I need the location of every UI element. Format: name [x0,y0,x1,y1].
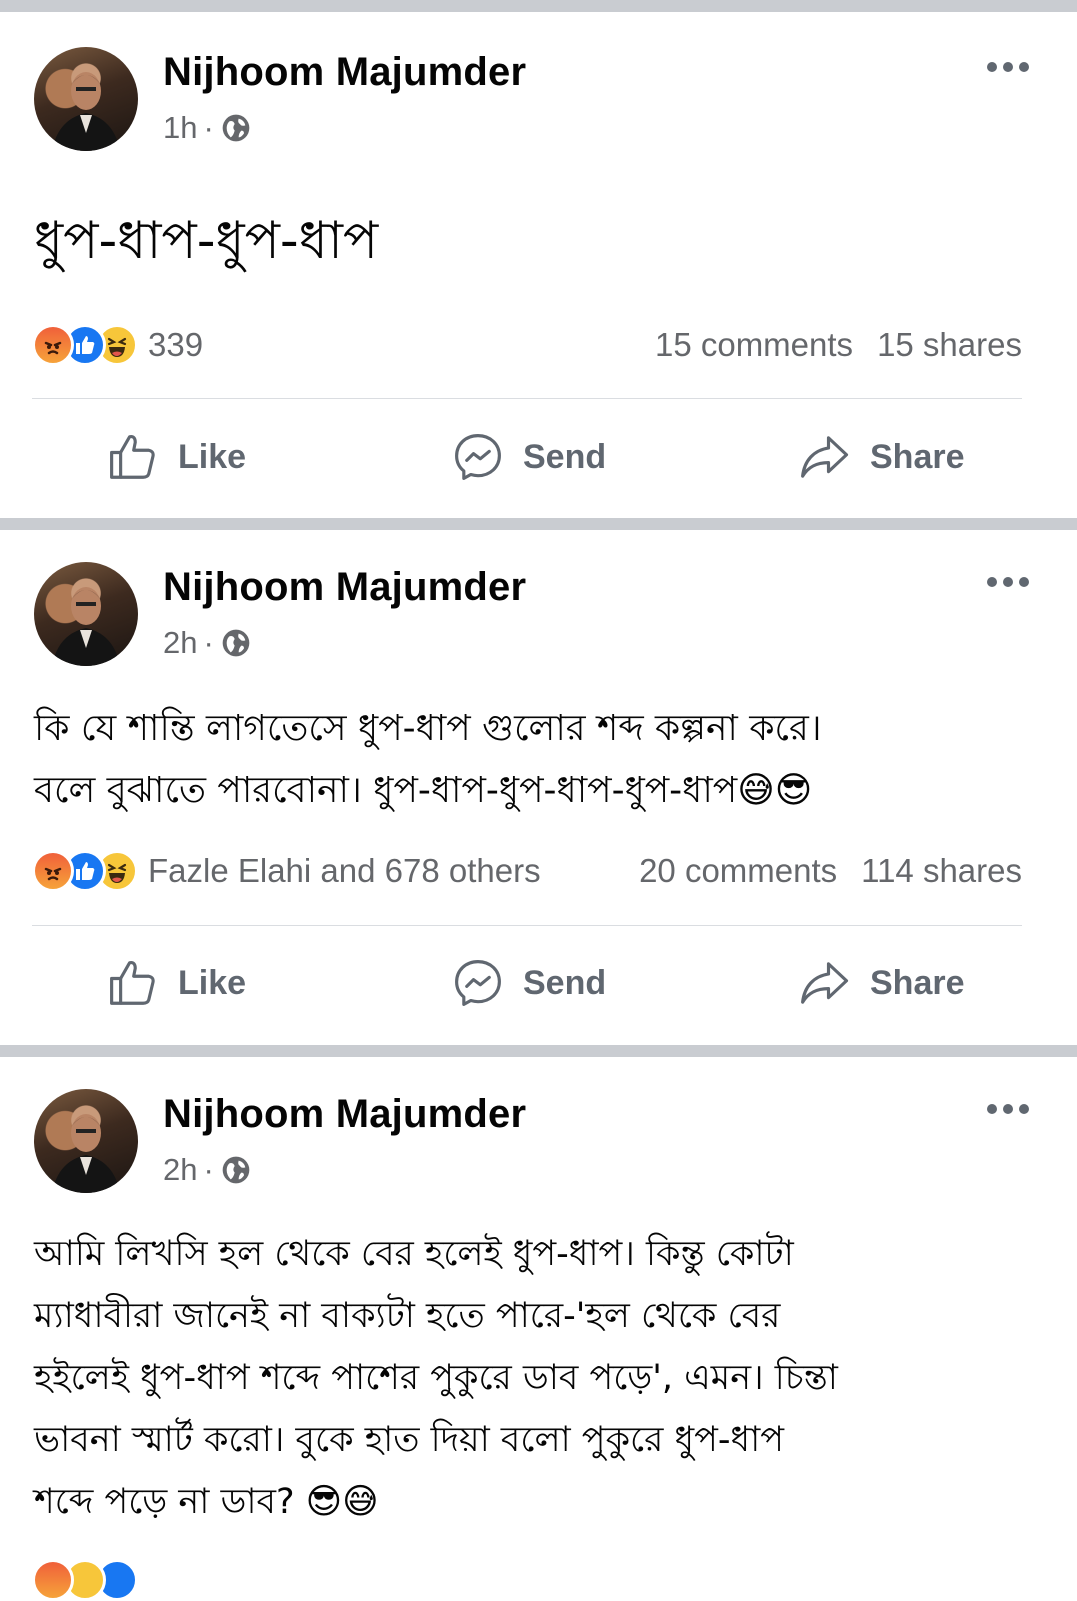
share-label: Share [870,963,965,1002]
avatar-portrait [52,1114,120,1193]
send-button[interactable]: Send [451,430,606,484]
messenger-icon [455,960,501,1006]
author-name[interactable]: Nijhoom Majumder [163,565,526,610]
post-text: কি যে শান্তি লাগতেসে ধুপ-ধাপ গুলোর শব্দ … [34,698,1037,822]
action-bar-rule [32,398,1022,399]
post-card: Nijhoom Majumder 2h · কি যে শান্তি লাগতে… [0,530,1077,1045]
more-options-button[interactable] [987,577,1029,587]
globe-icon [222,114,250,142]
share-arrow-icon [801,436,849,478]
author-name[interactable]: Nijhoom Majumder [163,1092,526,1137]
post-text-line: ম্যাধাবীরা জানেই না বাক্যটা হতে পারে-'হল… [34,1296,781,1336]
share-button[interactable]: Share [796,430,965,484]
like-label: Like [178,437,247,476]
comment-count-link[interactable]: 20 comments [639,852,837,890]
feed-divider [0,0,1077,12]
post-card: Nijhoom Majumder 2h · আমি লিখসি হল থেকে … [0,1057,1077,1601]
share-button[interactable]: Share [796,956,965,1010]
post-text-line: ভাবনা স্মার্ট করো। বুকে হাত দিয়া বলো পু… [34,1420,785,1460]
like-button[interactable]: Like [106,430,246,484]
messenger-icon [455,434,501,480]
author-name[interactable]: Nijhoom Majumder [163,50,526,95]
send-label: Send [523,437,607,476]
feed-divider [0,518,1077,530]
angry-reaction-icon [32,1559,74,1601]
share-count-link[interactable]: 15 shares [877,326,1022,364]
avatar[interactable] [34,47,138,151]
action-bar-rule [32,925,1022,926]
post-time[interactable]: 2h [163,1152,197,1188]
post-meta: 2h · [163,1152,252,1188]
more-options-button[interactable] [987,62,1029,72]
post-text-line: শব্দে পড়ে না ডাব? 😎😅 [34,1482,379,1522]
thumbs-up-icon [110,435,155,479]
post-text-line: আমি লিখসি হল থেকে বের হলেই ধুপ-ধাপ। কিন্… [34,1234,794,1274]
post-meta: 1h · [163,110,252,146]
like-label: Like [178,963,247,1002]
comment-count-link[interactable]: 15 comments [655,326,853,364]
angry-reaction-icon [32,324,74,366]
post-text-line: ধুপ-ধাপ-ধুপ-ধাপ [34,211,379,271]
share-count-link[interactable]: 114 shares [861,852,1022,890]
post-text: ধুপ-ধাপ-ধুপ-ধাপ [34,207,1037,275]
feed-divider [0,1045,1077,1057]
post-stats: 20 comments 114 shares [639,852,1022,890]
angry-reaction-icon [32,850,74,892]
send-button[interactable]: Send [451,956,606,1010]
meta-separator: · [203,625,214,660]
post-meta: 2h · [163,625,252,661]
action-bar: Like Send Share [0,422,1077,492]
post-text-line: হইলেই ধুপ-ধাপ শব্দে পাশের পুকুরে ডাব পড়… [34,1358,838,1398]
meta-separator: · [203,1152,214,1187]
globe-icon [222,629,250,657]
post-time[interactable]: 2h [163,625,197,661]
like-button[interactable]: Like [106,956,246,1010]
reactions-summary[interactable]: Fazle Elahi and 678 others [32,850,541,892]
share-arrow-icon [801,962,849,1004]
action-bar: Like Send Share [0,948,1077,1018]
reaction-count: 339 [148,326,204,363]
thumbs-up-icon [110,961,155,1005]
avatar[interactable] [34,562,138,666]
post-stats: 15 comments 15 shares [655,326,1022,364]
post-text-line: বলে বুঝাতে পারবোনা। ধুপ-ধাপ-ধুপ-ধাপ-ধুপ-… [34,770,813,811]
share-label: Share [870,437,965,476]
avatar-portrait [52,72,120,151]
send-label: Send [523,963,607,1002]
post-card: Nijhoom Majumder 1h · ধুপ-ধাপ-ধুপ-ধাপ 33… [0,12,1077,520]
post-time[interactable]: 1h [163,110,197,146]
avatar-portrait [52,587,120,666]
post-text: আমি লিখসি হল থেকে বের হলেই ধুপ-ধাপ। কিন্… [34,1223,1037,1533]
avatar[interactable] [34,1089,138,1193]
reaction-count: Fazle Elahi and 678 others [148,852,541,889]
more-options-button[interactable] [987,1104,1029,1114]
meta-separator: · [203,110,214,145]
reactions-summary[interactable]: 339 [32,324,203,366]
post-text-line: কি যে শান্তি লাগতেসে ধুপ-ধাপ গুলোর শব্দ … [34,708,822,749]
globe-icon [222,1156,250,1184]
reactions-summary[interactable] [32,1559,138,1601]
